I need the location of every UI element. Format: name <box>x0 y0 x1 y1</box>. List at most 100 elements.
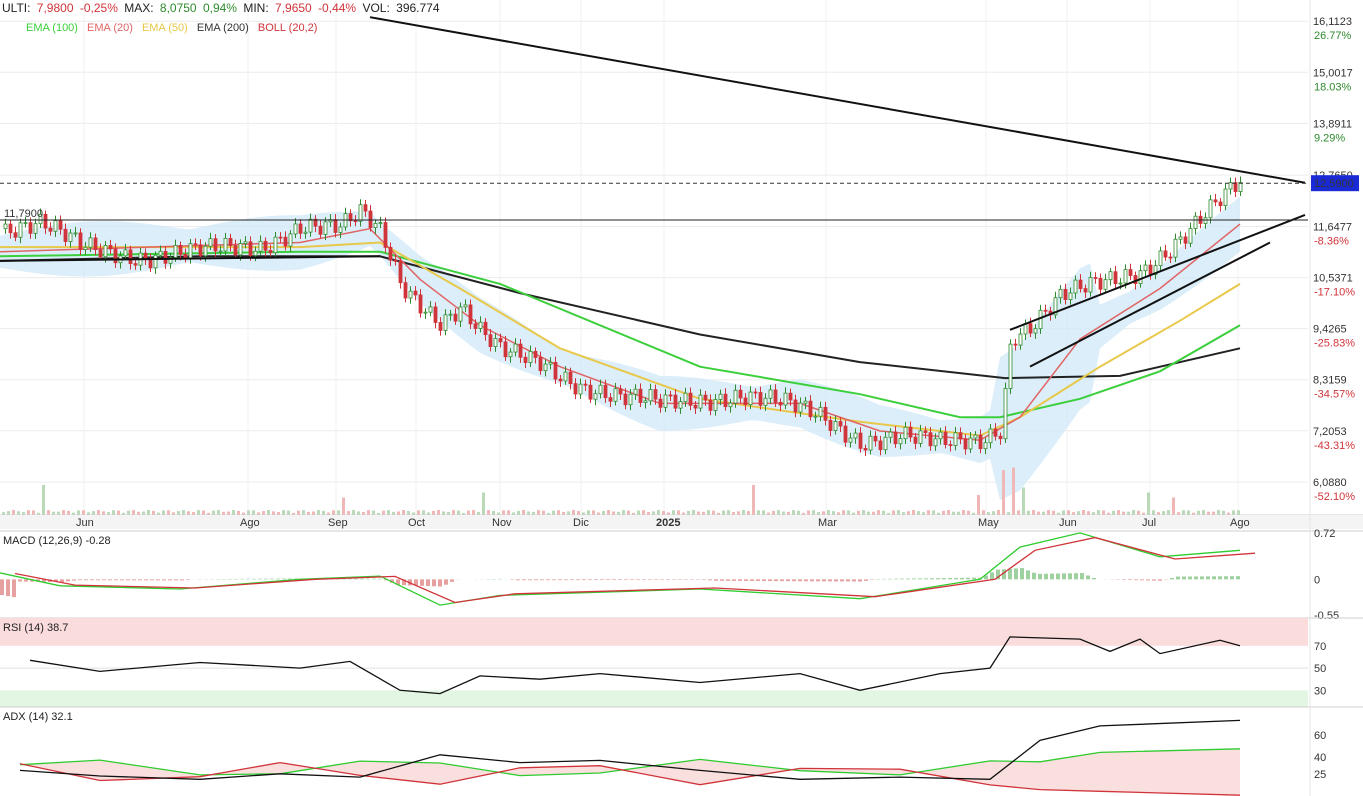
volume-bar <box>502 510 505 515</box>
candle-body <box>223 237 228 252</box>
volume-bar <box>772 510 775 515</box>
candle-body <box>728 402 733 408</box>
candle-body <box>378 222 383 224</box>
macd-histogram-bar <box>1128 579 1132 580</box>
candle-body <box>788 392 793 401</box>
volume-bar <box>832 511 835 515</box>
macd-histogram-bar <box>438 579 442 587</box>
candle-body <box>1233 182 1238 192</box>
volume-bar <box>952 511 955 515</box>
reference-label: 11,7900 <box>4 208 43 220</box>
candle-body <box>13 232 18 238</box>
volume-bar <box>1167 510 1170 515</box>
volume-bar <box>417 510 420 515</box>
macd-histogram-bar <box>576 579 580 581</box>
legend-ema20[interactable]: EMA (20) <box>87 22 133 34</box>
candle-body <box>93 237 98 251</box>
volume-bar <box>1137 510 1140 515</box>
time-axis-bg <box>0 515 1363 529</box>
volume-bar <box>177 511 180 515</box>
macd-histogram-bar <box>426 579 430 587</box>
chart-canvas[interactable]: 11,7900 16,1123 26.77% 15,0017 18.03% 13,8911… <box>0 0 1363 796</box>
candle-body <box>33 223 38 234</box>
volume-bar <box>102 511 105 515</box>
macd-histogram-bar <box>348 578 352 580</box>
macd-histogram-bar <box>96 579 100 581</box>
volume-bar <box>1162 511 1165 515</box>
candle-body <box>363 204 368 212</box>
macd-histogram-bar <box>642 579 646 580</box>
candle-body <box>523 356 528 363</box>
macd-histogram-bar <box>102 579 106 581</box>
candle-body <box>1028 323 1033 334</box>
rsi-tick: 50 <box>1314 663 1326 675</box>
volume-bar <box>662 511 665 515</box>
time-tick-label: May <box>978 517 999 529</box>
candle-body <box>418 294 423 314</box>
trendline <box>369 16 1306 184</box>
volume-bar <box>317 510 320 515</box>
legend-ema100[interactable]: EMA (100) <box>26 22 78 34</box>
candle-body <box>188 243 193 259</box>
candle-body <box>703 394 708 401</box>
macd-histogram-bar <box>612 579 616 580</box>
volume-bar <box>782 511 785 515</box>
macd-histogram-bar <box>168 579 172 581</box>
candle-body <box>743 397 748 406</box>
legend-boll[interactable]: BOLL (20,2) <box>258 22 318 34</box>
candle-body <box>903 426 908 440</box>
macd-histogram-bar <box>1062 573 1066 580</box>
macd-histogram-bar <box>1176 576 1180 580</box>
volume-bar <box>912 510 915 515</box>
candle-body <box>278 236 283 239</box>
candle-body <box>1093 277 1098 279</box>
candle-body <box>923 430 928 434</box>
macd-histogram-bar <box>948 578 952 580</box>
macd-histogram-bar <box>1080 573 1084 580</box>
candle-body <box>553 361 558 380</box>
candle-body <box>358 204 363 222</box>
candle-body <box>413 290 418 296</box>
macd-histogram-bar <box>1158 579 1162 581</box>
volume-bar <box>237 510 240 515</box>
candle-body <box>28 222 33 234</box>
macd-histogram-bar <box>864 579 868 581</box>
volume-bar <box>542 510 545 515</box>
candle-body <box>1063 288 1068 300</box>
macd-histogram-bar <box>624 579 628 580</box>
macd-histogram-bar <box>960 577 964 580</box>
rsi-oversold-zone <box>0 690 1308 707</box>
candle-body <box>108 245 113 250</box>
macd-tick: 0 <box>1314 574 1320 586</box>
volume-bar <box>992 511 995 515</box>
volume-bar <box>282 510 285 515</box>
macd-histogram-bar <box>900 578 904 580</box>
volume-bar <box>1222 510 1225 515</box>
candle-body <box>83 246 88 250</box>
volume-bar <box>142 511 145 515</box>
legend-ema50[interactable]: EMA (50) <box>142 22 188 34</box>
candle-body <box>1088 277 1093 293</box>
macd-histogram-bar <box>246 578 250 580</box>
candle-body <box>1038 309 1043 330</box>
volume-bar <box>287 510 290 515</box>
candle-body <box>1113 271 1118 285</box>
volume-bar <box>187 511 190 515</box>
volume-bar <box>217 510 220 515</box>
macd-histogram-bar <box>750 579 754 582</box>
candle-body <box>1018 333 1023 346</box>
candle-body <box>258 240 263 252</box>
volume-bar <box>627 510 630 515</box>
candle-body <box>73 232 78 235</box>
volume-bar <box>382 510 385 515</box>
legend-ema200[interactable]: EMA (200) <box>197 22 249 34</box>
macd-line <box>0 532 1241 606</box>
candle-body <box>43 213 48 229</box>
candle-body <box>893 431 898 445</box>
candle-body <box>853 432 858 439</box>
volume-bar <box>467 510 470 515</box>
candle-body <box>228 237 233 246</box>
volume-bar <box>1087 511 1090 515</box>
volume-bar <box>247 510 250 515</box>
volume-bar <box>272 511 275 515</box>
